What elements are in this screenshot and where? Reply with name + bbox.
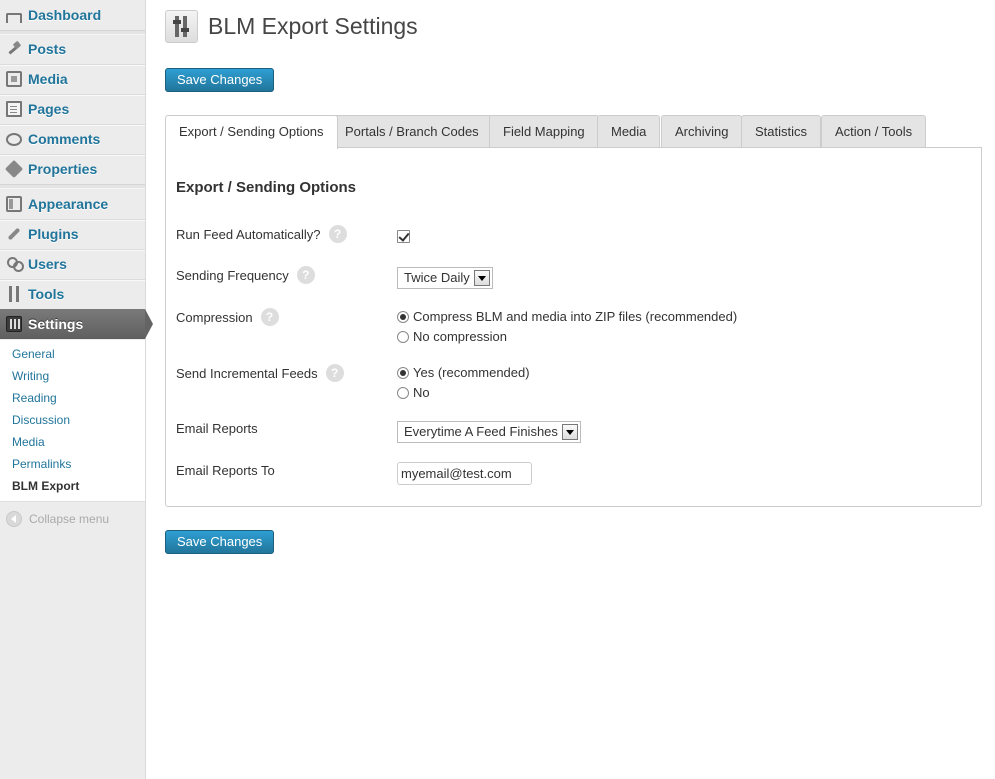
compression-option-label: Compress BLM and media into ZIP files (r… <box>413 309 738 324</box>
compression-option-label: No compression <box>413 329 507 344</box>
menu-item-label: Pages <box>28 101 70 117</box>
menu-item-plugins[interactable]: Plugins <box>0 219 145 249</box>
tab-panel: Export / Sending Options Run Feed Automa… <box>165 147 982 507</box>
menu-item-posts[interactable]: Posts <box>0 34 145 64</box>
menu-item-pages[interactable]: Pages <box>0 94 145 124</box>
collapse-menu-label: Collapse menu <box>29 512 110 526</box>
collapse-arrow-icon <box>6 511 22 527</box>
run-feed-row-label: Run Feed Automatically? ? <box>176 225 347 243</box>
users-icon <box>6 256 24 272</box>
menu-item-label: Comments <box>28 131 101 147</box>
email-to-row-label: Email Reports To <box>176 463 275 478</box>
settings-icon <box>6 316 22 332</box>
properties-icon <box>4 159 24 179</box>
frequency-label: Sending Frequency <box>176 267 289 283</box>
tab-field-mapping[interactable]: Field Mapping <box>489 115 599 148</box>
menu-item-label: Dashboard <box>28 7 102 23</box>
dropdown-arrow-icon <box>473 270 490 286</box>
tab-archiving[interactable]: Archiving <box>661 115 743 148</box>
menu-item-label: Posts <box>28 41 67 57</box>
radio-button[interactable] <box>397 386 409 399</box>
menu-item-label: Settings <box>28 316 84 332</box>
tab-export-sending-options[interactable]: Export / Sending Options <box>165 115 338 149</box>
compression-option-zip[interactable]: Compress BLM and media into ZIP files (r… <box>397 309 737 324</box>
menu-item-media[interactable]: Media <box>0 64 145 94</box>
settings-submenu: General Writing Reading Discussion Media… <box>0 340 145 502</box>
email-to-label: Email Reports To <box>176 463 275 478</box>
submenu-item-reading[interactable]: Reading <box>12 391 57 405</box>
dashboard-icon <box>6 13 22 23</box>
menu-item-label: Users <box>28 256 67 272</box>
radio-button-checked[interactable] <box>397 310 409 323</box>
incremental-label: Send Incremental Feeds <box>176 365 318 381</box>
run-feed-label: Run Feed Automatically? <box>176 226 321 242</box>
run-feed-checkbox[interactable] <box>397 230 410 243</box>
save-changes-button-top[interactable]: Save Changes <box>165 68 275 92</box>
help-icon[interactable]: ? <box>325 364 344 382</box>
menu-item-label: Tools <box>28 286 65 302</box>
save-changes-button-bottom[interactable]: Save Changes <box>165 530 275 554</box>
media-icon <box>6 71 22 87</box>
incremental-row-label: Send Incremental Feeds ? <box>176 364 344 382</box>
submenu-item-media[interactable]: Media <box>12 435 45 449</box>
menu-item-tools[interactable]: Tools <box>0 279 145 309</box>
incremental-option-label: Yes (recommended) <box>413 365 530 380</box>
pages-icon <box>6 101 22 117</box>
submenu-item-general[interactable]: General <box>12 347 55 361</box>
radio-button[interactable] <box>397 330 409 343</box>
section-title: Export / Sending Options <box>176 179 356 196</box>
compression-row-label: Compression ? <box>176 308 279 326</box>
page-title: BLM Export Settings <box>208 13 418 39</box>
menu-item-label: Plugins <box>28 226 79 242</box>
menu-item-dashboard[interactable]: Dashboard <box>0 0 145 30</box>
comments-icon <box>6 132 22 146</box>
email-reports-row-label: Email Reports <box>176 421 258 436</box>
incremental-option-label: No <box>413 385 430 400</box>
tab-media[interactable]: Media <box>597 115 661 148</box>
frequency-selected-value: Twice Daily <box>404 270 470 285</box>
page-header: BLM Export Settings <box>165 10 418 43</box>
menu-item-properties[interactable]: Properties <box>0 154 145 184</box>
tab-portals-branch-codes[interactable]: Portals / Branch Codes <box>331 115 493 148</box>
radio-button-checked[interactable] <box>397 366 409 379</box>
appearance-icon <box>6 196 22 212</box>
menu-item-comments[interactable]: Comments <box>0 124 145 154</box>
posts-pin-icon <box>6 41 22 57</box>
dropdown-arrow-icon <box>561 424 578 440</box>
menu-item-label: Properties <box>28 161 98 177</box>
tab-statistics[interactable]: Statistics <box>741 115 822 148</box>
menu-item-label: Media <box>28 71 68 87</box>
incremental-option-yes[interactable]: Yes (recommended) <box>397 365 530 380</box>
settings-sliders-icon <box>165 10 198 43</box>
incremental-option-no[interactable]: No <box>397 385 430 400</box>
email-reports-label: Email Reports <box>176 421 258 436</box>
frequency-select[interactable]: Twice Daily <box>397 267 493 289</box>
menu-item-appearance[interactable]: Appearance <box>0 189 145 219</box>
tools-icon <box>6 286 22 302</box>
submenu-item-permalinks[interactable]: Permalinks <box>12 457 71 471</box>
frequency-row-label: Sending Frequency ? <box>176 266 315 284</box>
menu-item-label: Appearance <box>28 196 109 212</box>
help-icon[interactable]: ? <box>296 266 315 284</box>
help-icon[interactable]: ? <box>328 225 347 243</box>
compression-option-none[interactable]: No compression <box>397 329 507 344</box>
menu-item-settings[interactable]: Settings <box>0 309 153 339</box>
tab-action-tools[interactable]: Action / Tools <box>821 115 927 148</box>
email-reports-selected-value: Everytime A Feed Finishes <box>404 424 558 439</box>
email-reports-select[interactable]: Everytime A Feed Finishes <box>397 421 581 443</box>
menu-item-users[interactable]: Users <box>0 249 145 279</box>
admin-sidebar: Dashboard Posts Media Pages Comments Pro… <box>0 0 153 779</box>
email-to-input[interactable] <box>397 462 532 485</box>
submenu-item-blm-export[interactable]: BLM Export <box>12 479 79 493</box>
plugins-icon <box>6 226 22 242</box>
compression-label: Compression <box>176 309 253 325</box>
submenu-item-writing[interactable]: Writing <box>12 369 49 383</box>
collapse-menu-button[interactable]: Collapse menu <box>6 511 109 527</box>
submenu-item-discussion[interactable]: Discussion <box>12 413 70 427</box>
help-icon[interactable]: ? <box>260 308 279 326</box>
